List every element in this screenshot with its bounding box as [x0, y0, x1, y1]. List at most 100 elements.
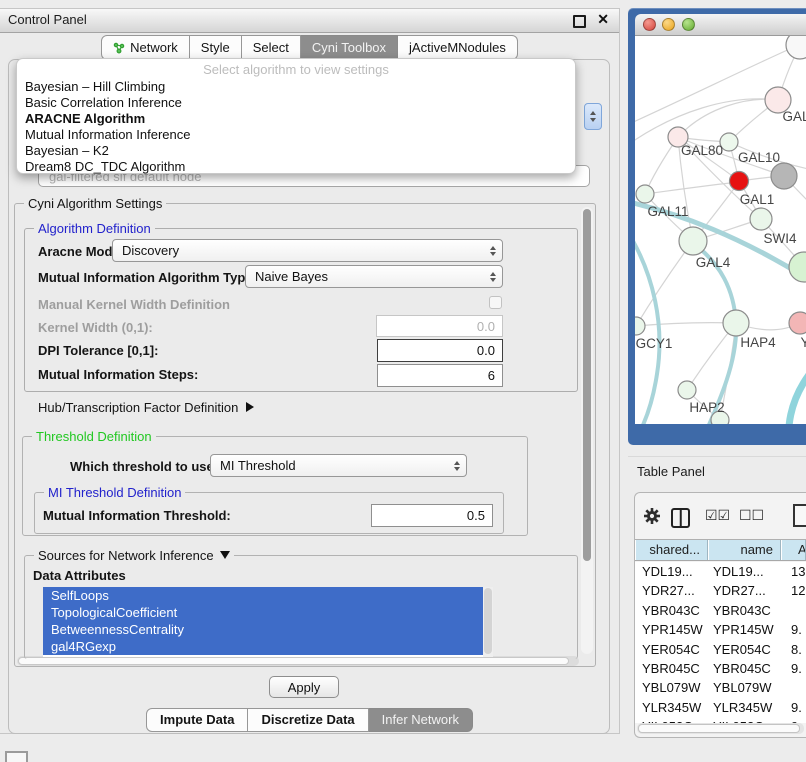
- network-view-window[interactable]: GALGAL80GAL10GAL1GAL11SWI4GAL4GCY1HAP4YH…: [628, 8, 806, 445]
- network-node-gcy1[interactable]: [635, 317, 645, 335]
- minimized-panel-icon[interactable]: [5, 751, 28, 762]
- algorithm-option-bayesian-k2[interactable]: Bayesian – K2: [17, 143, 575, 159]
- tab-jactivemnodules[interactable]: jActiveMNodules: [398, 35, 518, 60]
- mi-steps-input[interactable]: [377, 364, 503, 387]
- network-node-gal11[interactable]: [636, 185, 654, 203]
- mi-threshold-label: Mutual Information Threshold:: [43, 508, 231, 523]
- table-cell: YBL079W: [635, 678, 711, 697]
- mi-threshold-input[interactable]: [371, 504, 493, 527]
- manual-kernel-width-checkbox[interactable]: [489, 296, 502, 309]
- network-edge[interactable]: [678, 99, 778, 137]
- settings-vertical-scrollbar[interactable]: [581, 207, 593, 654]
- column-header-a[interactable]: A: [781, 540, 806, 560]
- network-node-hap2[interactable]: [678, 381, 696, 399]
- deselect-all-columns-icon[interactable]: ☐☐: [739, 507, 764, 524]
- apply-button[interactable]: Apply: [269, 676, 339, 698]
- network-node-gal10[interactable]: [730, 172, 749, 191]
- column-header-name[interactable]: name: [708, 540, 781, 560]
- network-node-y[interactable]: [789, 312, 806, 334]
- tab-select[interactable]: Select: [242, 35, 301, 60]
- dpi-tolerance-input[interactable]: [377, 339, 503, 362]
- which-threshold-select[interactable]: MI Threshold: [210, 454, 467, 477]
- table-cell: YLR345W: [635, 698, 711, 717]
- attribute-selfloops[interactable]: SelfLoops: [43, 587, 483, 604]
- algorithm-option-basic-correlation-inference[interactable]: Basic Correlation Inference: [17, 95, 575, 111]
- split-columns-icon[interactable]: [671, 508, 690, 528]
- network-node[interactable]: [786, 36, 806, 59]
- network-node[interactable]: [771, 163, 797, 189]
- hub-definition-expander[interactable]: Hub/Transcription Factor Definition: [38, 400, 254, 415]
- control-panel-titlebar[interactable]: Control Panel ✕: [0, 9, 619, 33]
- new-table-icon[interactable]: [793, 504, 806, 527]
- table-row[interactable]: YER054CYER054C8.: [635, 640, 806, 659]
- table-cell: YPR145W: [711, 620, 787, 639]
- data-attributes-list[interactable]: SelfLoopsTopologicalCoefficientBetweenne…: [43, 587, 493, 657]
- select-all-columns-icon[interactable]: ☑☑: [705, 507, 730, 524]
- data-attributes-label: Data Attributes: [33, 568, 126, 583]
- network-edge[interactable]: [635, 99, 778, 144]
- tab-discretize-data[interactable]: Discretize Data: [248, 708, 368, 732]
- sources-group-title[interactable]: Sources for Network Inference: [34, 548, 234, 563]
- attributes-scrollbar[interactable]: [483, 587, 493, 657]
- tab-impute-data[interactable]: Impute Data: [146, 708, 248, 732]
- network-window-titlebar[interactable]: [635, 14, 806, 36]
- control-panel-tabbar: NetworkStyle Select Cyni ToolboxjActiveMNo…: [0, 35, 619, 60]
- attribute-topologicalcoefficient[interactable]: TopologicalCoefficient: [43, 604, 483, 621]
- algorithm-option-dream8-dc-tdc-algorithm[interactable]: Dream8 DC_TDC Algorithm: [17, 159, 575, 175]
- network-node-gal4[interactable]: [679, 227, 707, 255]
- table-row[interactable]: YLR345WYLR345W9.: [635, 698, 806, 717]
- network-edge-teal[interactable]: [789, 372, 806, 424]
- kernel-width-input[interactable]: [376, 315, 503, 337]
- table-row[interactable]: YBR043CYBR043C: [635, 601, 806, 620]
- float-panel-icon[interactable]: [573, 15, 586, 28]
- network-node-hap4[interactable]: [723, 310, 749, 336]
- which-threshold-label: Which threshold to use:: [70, 459, 218, 474]
- close-window-button[interactable]: [643, 18, 656, 31]
- network-canvas-svg: GALGAL80GAL10GAL1GAL11SWI4GAL4GCY1HAP4YH…: [635, 36, 806, 424]
- table-cell: 12: [787, 581, 806, 600]
- scrollbar-thumb[interactable]: [484, 588, 492, 654]
- network-edge[interactable]: [645, 182, 739, 194]
- attribute-betweennesscentrality[interactable]: BetweennessCentrality: [43, 621, 483, 638]
- close-panel-icon[interactable]: ✕: [597, 11, 609, 28]
- tab-label: Select: [253, 40, 289, 55]
- table-cell: YBR045C: [711, 659, 787, 678]
- mi-threshold-definition-title: MI Threshold Definition: [44, 485, 185, 500]
- zoom-window-button[interactable]: [682, 18, 695, 31]
- attribute-gal4rgexp[interactable]: gal4RGexp: [43, 638, 483, 655]
- tab-cyni-toolbox[interactable]: Cyni Toolbox: [301, 35, 398, 60]
- algorithm-option-aracne-algorithm[interactable]: ARACNE Algorithm: [17, 111, 575, 127]
- network-node-swi4[interactable]: [789, 252, 806, 282]
- table-cell: YER054C: [711, 640, 787, 659]
- scrollbar-thumb[interactable]: [583, 209, 591, 561]
- table-row[interactable]: YBR045CYBR045C9.: [635, 659, 806, 678]
- table-row[interactable]: YBL079WYBL079W: [635, 678, 806, 697]
- tab-style[interactable]: Style: [190, 35, 242, 60]
- table-body[interactable]: YDL19...YDL19...13YDR27...YDR27...12YBR0…: [635, 562, 806, 723]
- algorithm-option-mutual-information-inference[interactable]: Mutual Information Inference: [17, 127, 575, 143]
- table-cell: YDL19...: [635, 562, 711, 581]
- focused-combo-spinner[interactable]: [584, 103, 602, 130]
- table-row[interactable]: YDL19...YDL19...13: [635, 562, 806, 581]
- tab-infer-network[interactable]: Infer Network: [369, 708, 473, 732]
- tab-network[interactable]: Network: [101, 35, 190, 60]
- spinner-up-icon: [590, 111, 596, 115]
- scrollbar-thumb[interactable]: [638, 724, 800, 733]
- network-edge[interactable]: [636, 241, 693, 326]
- minimize-window-button[interactable]: [662, 18, 675, 31]
- network-edge[interactable]: [636, 323, 736, 326]
- aracne-mode-select[interactable]: Discovery: [112, 239, 503, 262]
- network-node-gal1[interactable]: [750, 208, 772, 230]
- gear-icon[interactable]: [643, 507, 661, 528]
- column-header-shared[interactable]: shared...: [635, 540, 708, 560]
- table-cell: YPR145W: [635, 620, 711, 639]
- table-row[interactable]: YDR27...YDR27...12: [635, 581, 806, 600]
- node-label-gal11: GAL11: [647, 204, 688, 219]
- mi-algorithm-type-select[interactable]: Naive Bayes: [245, 265, 503, 288]
- table-cell: 13: [787, 562, 806, 581]
- network-canvas[interactable]: GALGAL80GAL10GAL1GAL11SWI4GAL4GCY1HAP4YH…: [635, 36, 806, 424]
- algorithm-option-bayesian-hill-climbing[interactable]: Bayesian – Hill Climbing: [17, 79, 575, 95]
- table-horizontal-scrollbar[interactable]: [637, 723, 804, 734]
- table-row[interactable]: YPR145WYPR145W9.: [635, 620, 806, 639]
- node-label-y: Y: [800, 335, 806, 350]
